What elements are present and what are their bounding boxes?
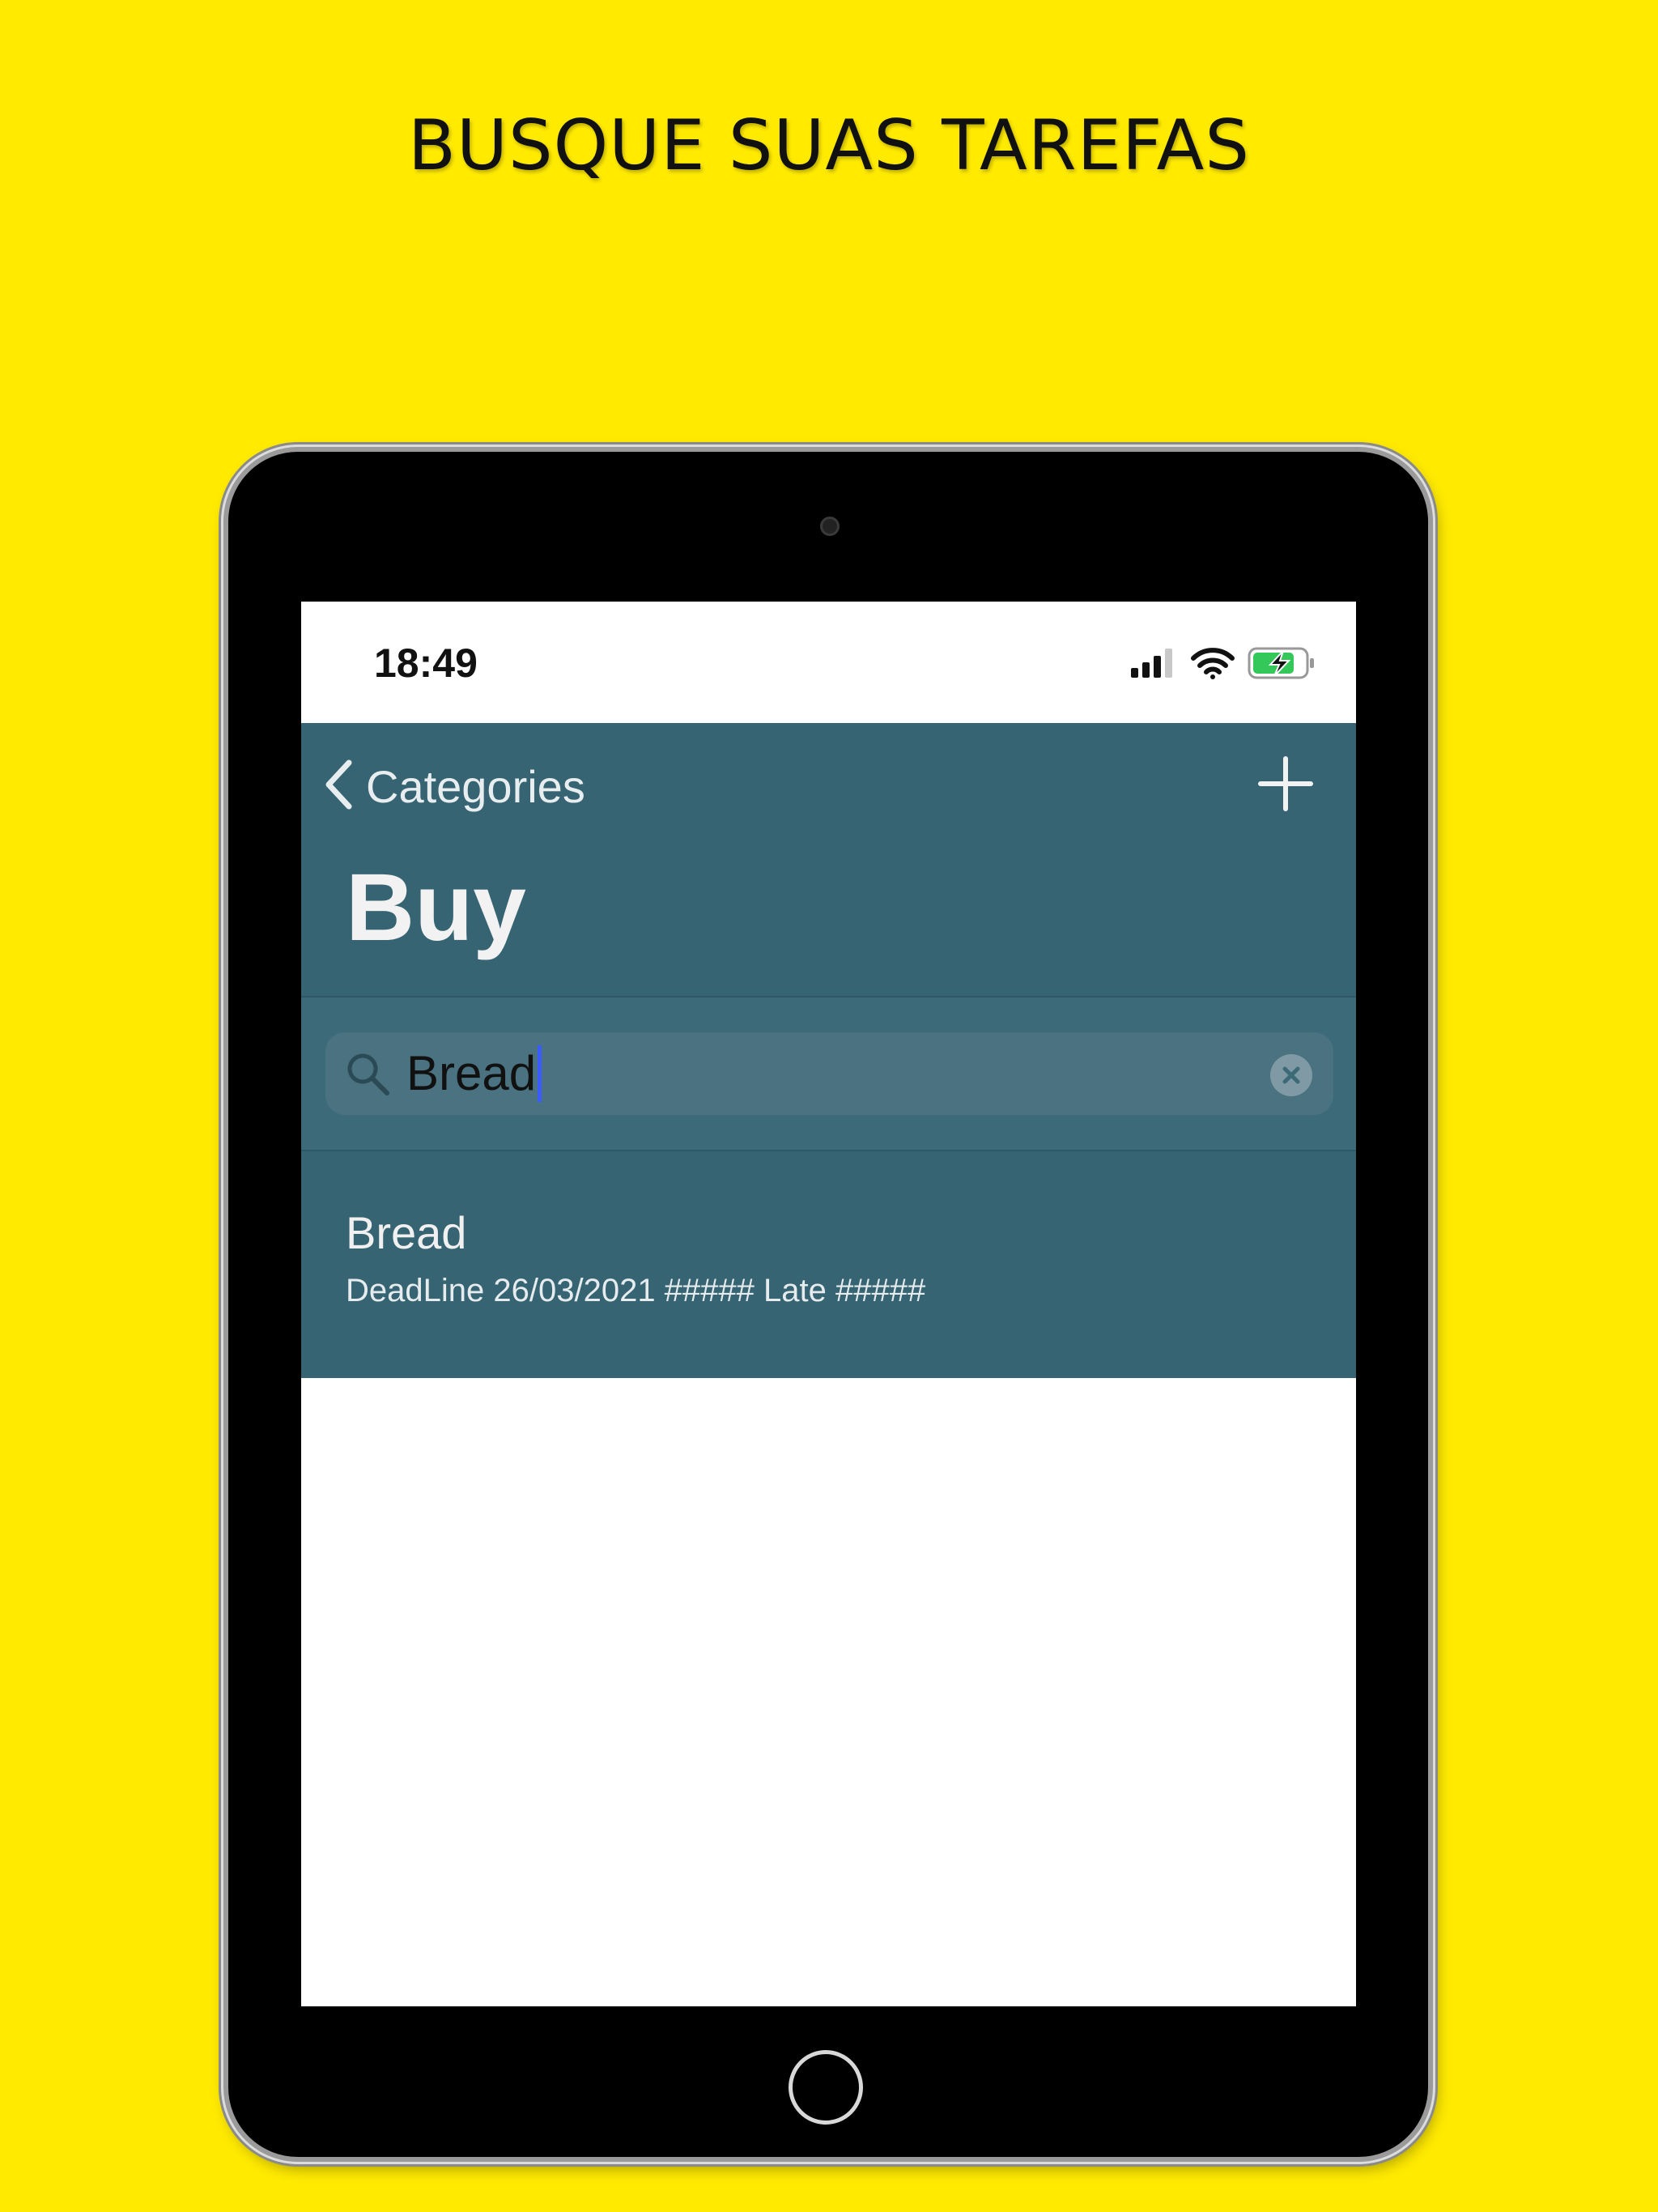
search-icon	[343, 1049, 392, 1098]
task-title: Bread	[346, 1207, 467, 1258]
task-subtitle: DeadLine 26/03/2021 ##### Late #####	[346, 1273, 926, 1308]
back-button-label: Categories	[366, 760, 585, 812]
promo-title: BUSQUE SUAS TAREFAS	[408, 105, 1250, 186]
wifi-icon	[1191, 647, 1235, 683]
navigation-view: Categories Buy Bread Bread DeadLine 26/0…	[301, 723, 1356, 1978]
battery-charging-icon	[1248, 646, 1317, 684]
clear-search-button[interactable]	[1270, 1054, 1312, 1096]
status-time: 18:49	[374, 640, 478, 686]
status-bar: 18:49	[301, 602, 1356, 723]
home-button[interactable]	[789, 2050, 863, 2125]
back-button[interactable]: Categories	[322, 754, 585, 819]
search-input[interactable]: Bread	[325, 1032, 1333, 1115]
plus-icon	[1257, 756, 1314, 815]
search-bar-container: Bread	[301, 996, 1356, 1151]
add-task-button[interactable]	[1257, 755, 1314, 812]
chevron-left-icon	[322, 759, 355, 815]
search-input-value: Bread	[406, 1045, 542, 1102]
status-icons	[1131, 646, 1317, 684]
clear-icon	[1270, 1066, 1312, 1100]
page-title: Buy	[346, 854, 526, 961]
camera-icon	[820, 517, 840, 536]
app-screen: 18:49 Categories Buy Bread Bread DeadLin…	[301, 602, 1356, 2006]
list-item[interactable]: Bread DeadLine 26/03/2021 ##### Late ###…	[301, 1151, 1356, 1378]
signal-icon	[1131, 649, 1178, 682]
navigation-bar: Categories Buy	[301, 723, 1356, 996]
